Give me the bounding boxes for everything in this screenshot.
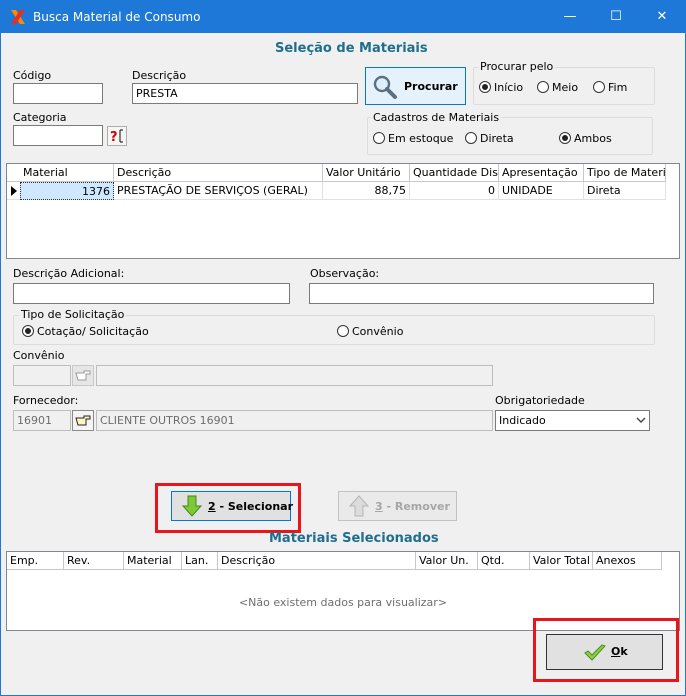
ok-hotkey: O <box>611 645 621 658</box>
col-valor-unitario[interactable]: Valor Unitário <box>323 164 410 182</box>
pointing-hand-icon <box>75 370 91 381</box>
categoria-input[interactable] <box>13 125 103 146</box>
fornecedor-name-input[interactable]: CLIENTE OUTROS 16901 <box>96 410 493 431</box>
radio-inicio[interactable]: Início <box>479 81 523 94</box>
row-indicator <box>7 182 20 200</box>
col-lan[interactable]: Lan. <box>182 552 218 570</box>
descricao-input[interactable]: PRESTA <box>132 83 358 104</box>
radio-meio[interactable]: Meio <box>537 81 578 94</box>
col-descricao[interactable]: Descrição <box>114 164 323 182</box>
remover-hotkey: 3 <box>375 500 383 513</box>
convenio-name-input[interactable] <box>96 365 493 386</box>
radio-direta[interactable]: Direta <box>465 132 514 145</box>
radio-convenio[interactable]: Convênio <box>337 325 403 338</box>
convenio-lookup-button[interactable] <box>72 365 94 386</box>
arrow-down-icon <box>181 495 203 517</box>
col-anexos[interactable]: Anexos <box>593 552 662 570</box>
descricao-adicional-label: Descrição Adicional: <box>13 267 125 280</box>
fornecedor-lookup-button[interactable] <box>72 410 94 431</box>
remover-label: - Remover <box>382 500 450 513</box>
col-material[interactable]: Material <box>20 164 114 182</box>
selecionar-hotkey: 2 <box>208 500 216 513</box>
help-lookup-icon: ? <box>110 129 123 144</box>
row-pointer-icon <box>11 186 17 196</box>
radio-fim[interactable]: Fim <box>593 81 627 94</box>
radio-em-estoque[interactable]: Em estoque <box>373 132 453 145</box>
maximize-button[interactable]: ☐ <box>593 1 639 33</box>
window-title: Busca Material de Consumo <box>33 10 201 24</box>
convenio-code-input[interactable] <box>13 365 71 386</box>
svg-text:?: ? <box>110 130 118 144</box>
ok-button[interactable]: Ok <box>546 634 663 670</box>
tipo-solicitacao-label: Tipo de Solicitação <box>19 308 127 321</box>
radio-cotacao[interactable]: Cotação/ Solicitação <box>22 325 149 338</box>
obrigatoriedade-value: Indicado <box>499 414 546 427</box>
procurar-pelo-label: Procurar pelo <box>478 60 556 73</box>
row-indicator-header <box>7 164 20 182</box>
checkmark-icon <box>584 644 606 661</box>
categoria-lookup-button[interactable]: ? <box>107 126 127 146</box>
codigo-label: Código <box>13 69 52 82</box>
obrigatoriedade-select[interactable]: Indicado <box>495 410 650 431</box>
col-valor-total[interactable]: Valor Total <box>530 552 593 570</box>
procurar-button[interactable]: Procurar <box>365 67 466 105</box>
col-quantidade[interactable]: Quantidade Disp. <box>410 164 499 182</box>
empty-state-text: <Não existem dados para visualizar> <box>238 596 448 609</box>
categoria-label: Categoria <box>13 111 67 124</box>
fornecedor-label: Fornecedor: <box>13 394 79 407</box>
obrigatoriedade-label: Obrigatoriedade <box>495 394 585 407</box>
col-rev[interactable]: Rev. <box>64 552 124 570</box>
col-emp[interactable]: Emp. <box>7 552 64 570</box>
close-button[interactable]: ✕ <box>639 1 685 33</box>
fornecedor-code-input[interactable]: 16901 <box>13 410 71 431</box>
codigo-input[interactable] <box>13 83 103 104</box>
descricao-label: Descrição <box>132 69 187 82</box>
observacao-input[interactable] <box>309 283 654 304</box>
materiais-selecionados-title: Materiais Selecionados <box>269 531 439 546</box>
arrow-up-icon <box>348 495 370 517</box>
col-material-sel[interactable]: Material <box>124 552 182 570</box>
col-valor-un[interactable]: Valor Un. <box>416 552 478 570</box>
title-bar[interactable]: Busca Material de Consumo — ☐ ✕ <box>1 1 685 33</box>
app-logo-icon <box>11 10 25 24</box>
dialog-window: Busca Material de Consumo — ☐ ✕ Seleção … <box>0 0 686 696</box>
minimize-button[interactable]: — <box>547 1 593 33</box>
col-apresentacao[interactable]: Apresentação <box>499 164 584 182</box>
cell-quantidade[interactable]: 0 <box>410 182 499 200</box>
cell-material[interactable]: 1376 <box>20 182 114 200</box>
magnifier-icon <box>373 75 397 99</box>
cadastros-label: Cadastros de Materiais <box>371 111 502 124</box>
chevron-down-icon <box>636 417 646 423</box>
cell-valor-unitario[interactable]: 88,75 <box>323 182 410 200</box>
cell-tipo[interactable]: Direta <box>584 182 666 200</box>
observacao-label: Observação: <box>310 267 380 280</box>
selecionar-button[interactable]: 2 - Selecionar <box>171 491 294 521</box>
materials-grid[interactable]: Material Descrição Valor Unitário Quanti… <box>6 163 680 259</box>
convenio-label: Convênio <box>13 349 65 362</box>
procurar-label: Procurar <box>404 80 458 93</box>
ok-label: k <box>620 645 628 658</box>
radio-ambos[interactable]: Ambos <box>559 132 612 145</box>
pointing-hand-icon <box>75 415 91 426</box>
remover-button[interactable]: 3 - Remover <box>338 491 457 521</box>
descricao-adicional-input[interactable] <box>13 283 290 304</box>
col-tipo[interactable]: Tipo de Material <box>584 164 666 182</box>
col-qtd[interactable]: Qtd. <box>478 552 530 570</box>
selecionar-label: - Selecionar <box>215 500 294 513</box>
col-descricao-sel[interactable]: Descrição <box>218 552 416 570</box>
cell-descricao[interactable]: PRESTAÇÃO DE SERVIÇOS (GERAL) <box>114 182 323 200</box>
selecao-title: Seleção de Materiais <box>275 41 428 56</box>
cell-apresentacao[interactable]: UNIDADE <box>499 182 584 200</box>
